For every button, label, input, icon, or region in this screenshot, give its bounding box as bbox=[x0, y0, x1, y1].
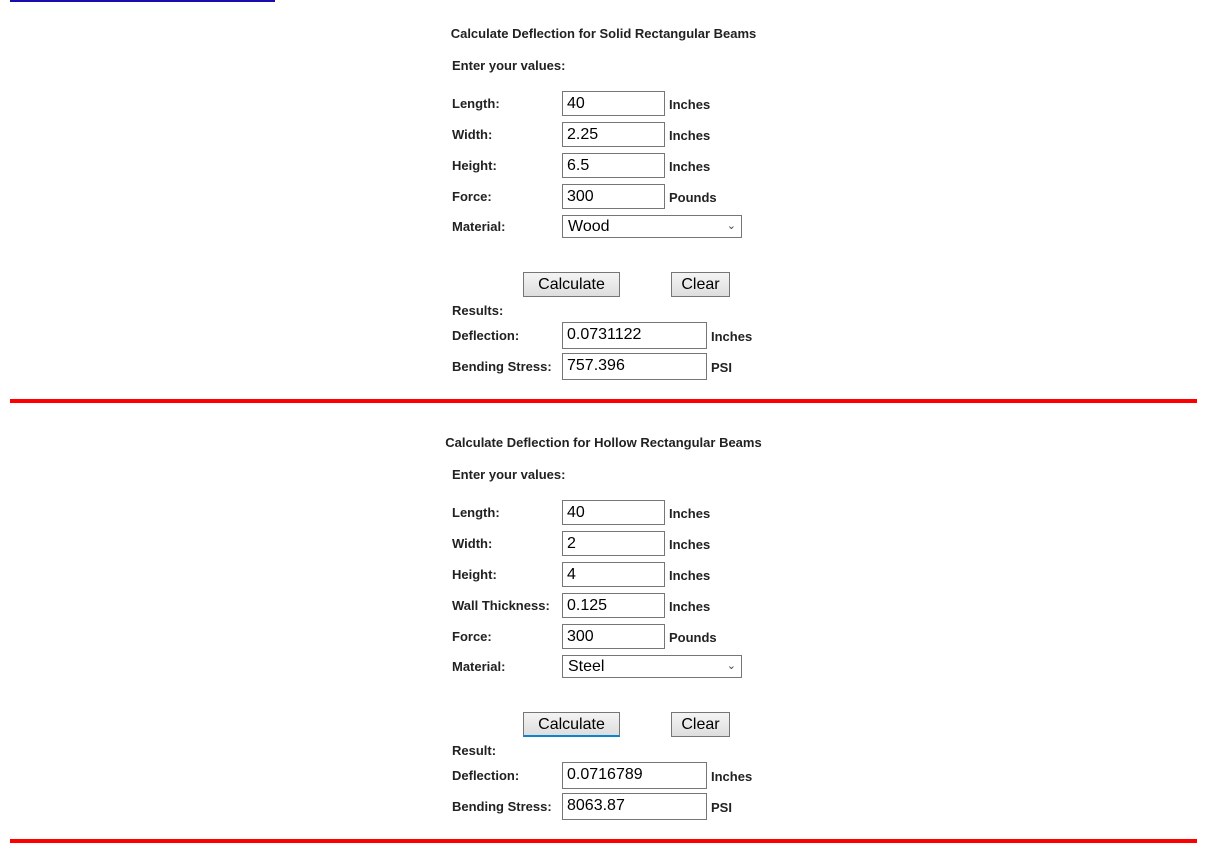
field-input[interactable]: 300 bbox=[562, 184, 665, 209]
clear-button[interactable]: Clear bbox=[671, 712, 730, 737]
result-output[interactable]: 0.0731122 bbox=[562, 322, 707, 349]
field-unit: Inches bbox=[669, 128, 711, 143]
result-label: Bending Stress: bbox=[452, 799, 552, 814]
top-link-underline[interactable] bbox=[10, 0, 275, 2]
field-label: Force: bbox=[452, 189, 492, 204]
result-output[interactable]: 8063.87 bbox=[562, 793, 707, 820]
field-unit: Inches bbox=[669, 159, 711, 174]
hollow-title: Calculate Deflection for Hollow Rectangu… bbox=[445, 435, 762, 450]
result-label: Deflection: bbox=[452, 328, 520, 343]
field-input[interactable]: 2 bbox=[562, 531, 665, 556]
field-unit: Inches bbox=[669, 568, 711, 583]
result-unit: Inches bbox=[711, 769, 753, 784]
field-label: Force: bbox=[452, 629, 492, 644]
result-label: Bending Stress: bbox=[452, 359, 552, 374]
material-label: Material: bbox=[452, 659, 506, 674]
field-label: Height: bbox=[452, 567, 497, 582]
field-input[interactable]: 0.125 bbox=[562, 593, 665, 618]
solid-title: Calculate Deflection for Solid Rectangul… bbox=[450, 26, 757, 41]
section-divider bbox=[10, 399, 1197, 403]
results-label: Results: bbox=[452, 303, 504, 318]
field-input[interactable]: 2.25 bbox=[562, 122, 665, 147]
results-label: Result: bbox=[452, 743, 497, 758]
field-unit: Inches bbox=[669, 599, 711, 614]
section-divider bbox=[10, 839, 1197, 843]
material-value: Wood bbox=[568, 218, 610, 235]
chevron-down-icon: ⌄ bbox=[726, 660, 736, 672]
material-select[interactable]: Wood ⌄ bbox=[562, 215, 742, 238]
result-label: Deflection: bbox=[452, 768, 520, 783]
calculate-button[interactable]: Calculate bbox=[523, 712, 620, 737]
material-value: Steel bbox=[568, 658, 605, 675]
field-label: Wall Thickness: bbox=[452, 598, 550, 613]
field-input[interactable]: 300 bbox=[562, 624, 665, 649]
field-label: Width: bbox=[452, 127, 493, 142]
result-unit: Inches bbox=[711, 329, 753, 344]
clear-button[interactable]: Clear bbox=[671, 272, 730, 297]
solid-enter-label: Enter your values: bbox=[452, 58, 566, 73]
material-label: Material: bbox=[452, 219, 506, 234]
field-unit: Inches bbox=[669, 506, 711, 521]
field-input[interactable]: 40 bbox=[562, 500, 665, 525]
result-unit: PSI bbox=[711, 360, 732, 375]
chevron-down-icon: ⌄ bbox=[726, 220, 736, 232]
field-unit: Inches bbox=[669, 537, 711, 552]
field-label: Width: bbox=[452, 536, 493, 551]
field-input[interactable]: 4 bbox=[562, 562, 665, 587]
hollow-enter-label: Enter your values: bbox=[452, 467, 566, 482]
field-input[interactable]: 40 bbox=[562, 91, 665, 116]
field-unit: Pounds bbox=[669, 190, 717, 205]
calculate-button[interactable]: Calculate bbox=[523, 272, 620, 297]
material-select[interactable]: Steel ⌄ bbox=[562, 655, 742, 678]
field-label: Length: bbox=[452, 96, 500, 111]
field-unit: Inches bbox=[669, 97, 711, 112]
field-unit: Pounds bbox=[669, 630, 717, 645]
result-unit: PSI bbox=[711, 800, 732, 815]
field-label: Length: bbox=[452, 505, 500, 520]
field-input[interactable]: 6.5 bbox=[562, 153, 665, 178]
result-output[interactable]: 0.0716789 bbox=[562, 762, 707, 789]
field-label: Height: bbox=[452, 158, 497, 173]
result-output[interactable]: 757.396 bbox=[562, 353, 707, 380]
